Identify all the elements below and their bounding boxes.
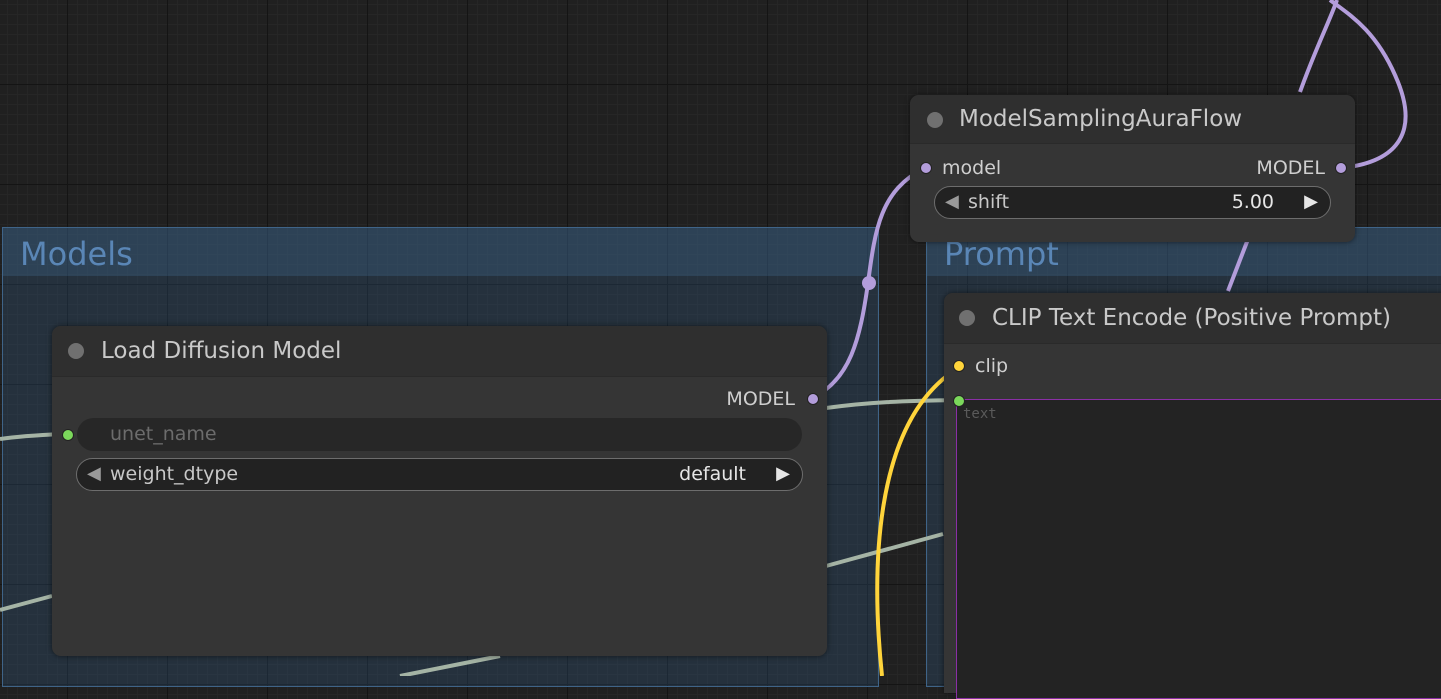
collapse-dot-icon[interactable] [959,310,975,326]
node-load-diffusion-model[interactable]: Load Diffusion Model MODEL unet_name ◀ w… [52,326,827,656]
input-slot-unet-name[interactable] [62,429,74,441]
unet-name-placeholder: unet_name [110,423,217,445]
decrement-arrow-icon[interactable]: ◀ [945,191,959,212]
node-title: CLIP Text Encode (Positive Prompt) [992,305,1391,331]
input-slot-model[interactable] [920,162,932,174]
prev-arrow-icon[interactable]: ◀ [87,463,101,484]
input-slot-clip[interactable] [953,360,965,372]
node-clip-text-encode[interactable]: CLIP Text Encode (Positive Prompt) clip … [944,293,1441,699]
weight-dtype-label: weight_dtype [110,463,239,485]
output-label-model: MODEL [726,388,795,410]
shift-label: shift [968,191,1010,213]
node-title: Load Diffusion Model [101,338,342,364]
text-prompt-area[interactable]: text [956,399,1441,699]
node-title: ModelSamplingAuraFlow [959,106,1243,132]
output-slot-model[interactable] [807,393,819,405]
weight-dtype-value: default [679,463,746,485]
output-slot-model[interactable] [1335,162,1347,174]
collapse-dot-icon[interactable] [927,112,943,128]
string-link-text [825,398,961,410]
string-link-bottom [399,654,501,676]
collapse-dot-icon[interactable] [68,343,84,359]
string-link-mid [825,532,944,568]
model-link-reroute [862,276,876,290]
unet-name-widget[interactable]: unet_name [77,418,802,451]
weight-dtype-widget[interactable]: ◀ weight_dtype default ▶ [76,458,803,491]
input-label-model: model [942,157,1002,179]
text-placeholder: text [963,406,997,422]
increment-arrow-icon[interactable]: ▶ [1304,191,1318,212]
node-model-sampling-auraflow[interactable]: ModelSamplingAuraFlow model MODEL ◀ shif… [910,95,1355,242]
next-arrow-icon[interactable]: ▶ [776,463,790,484]
clip-up-link [1226,233,1252,292]
shift-value: 5.00 [1231,191,1274,213]
model-up-link [1298,0,1339,93]
string-link-lower [0,594,53,612]
input-slot-text[interactable] [953,395,965,407]
shift-widget[interactable]: ◀ shift 5.00 ▶ [934,186,1331,219]
output-label-model: MODEL [1256,157,1325,179]
input-label-clip: clip [975,355,1009,377]
